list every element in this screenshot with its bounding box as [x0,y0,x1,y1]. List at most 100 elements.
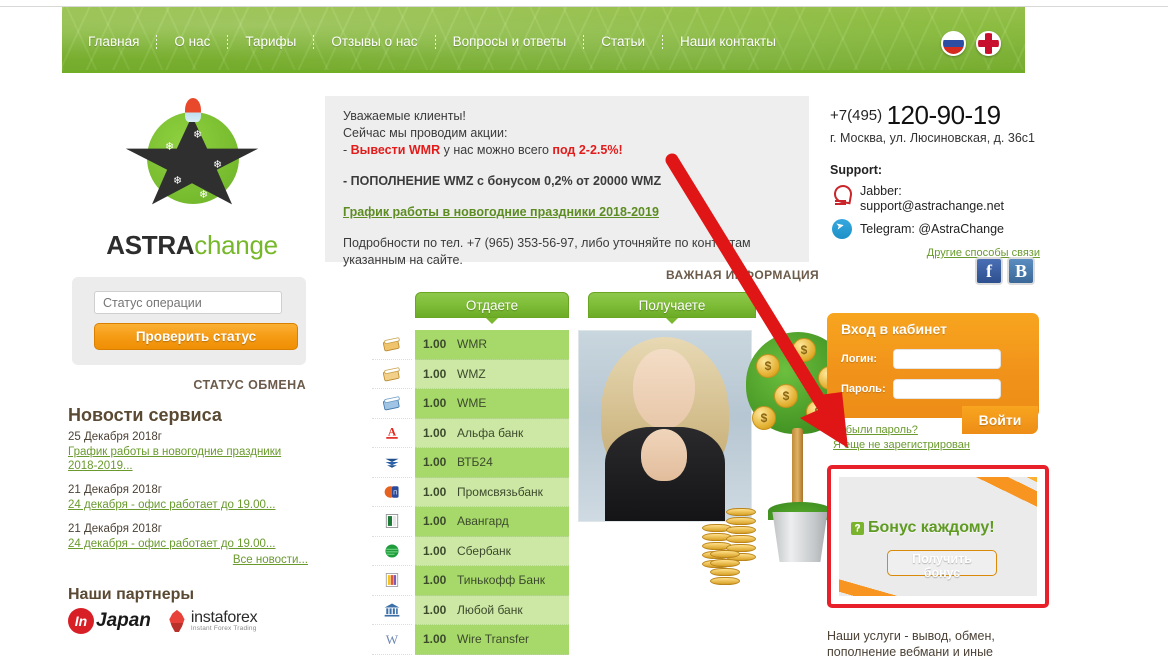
injapan-label: Japan [96,610,151,631]
nav-item-articles[interactable]: Статьи [599,34,647,49]
wme-card-icon [383,396,400,411]
check-status-button[interactable]: Проверить статус [94,323,298,350]
partner-instaforex-logo[interactable]: instaforex Instant Forex Trading [167,608,258,633]
give-currency-name: WMR [457,337,487,352]
login-helper-links: Забыли пароль? Я еще не зарегистрирован [833,423,970,453]
nav-separator [583,34,585,49]
nav-item-faq[interactable]: Вопросы и ответы [451,34,569,49]
phone-number: +7(495) 120-90-19 [830,100,1001,131]
announcement-box: Уважаемые клиенты! Сейчас мы проводим ак… [325,96,809,267]
alfabank-icon: A [386,426,398,439]
nav-separator [156,34,158,49]
give-currency-name: Авангард [457,514,509,529]
tree-coin-icon: $ [774,384,798,408]
russian-flag-icon[interactable] [941,31,966,56]
bonus-title-text: Бонус каждому! [868,519,995,536]
give-amount: 1.00 [423,543,447,558]
give-row[interactable]: 1.00 ВТБ24 [415,448,569,478]
give-currency-name: Любой банк [457,602,523,617]
give-row[interactable]: 1.00 Wire Transfer [415,625,569,655]
nav-separator [662,34,664,49]
give-row[interactable]: 1.00 Любой банк [415,595,569,625]
jabber-label: Jabber: [860,184,902,198]
phone-main: 120-90-19 [886,100,1002,130]
give-row[interactable]: 1.00 Сбербанк [415,536,569,566]
currency-icon-cell [372,566,412,596]
english-flag-icon[interactable] [976,31,1001,56]
important-information-label: ВАЖНАЯ ИНФОРМАЦИЯ [666,268,820,282]
login-field-label: Логин: [841,353,878,365]
news-date: 21 Декабря 2018г [68,484,162,496]
partner-injapan-logo[interactable]: In Japan [68,608,151,634]
currency-icon-cell: A [372,419,412,448]
give-amount: 1.00 [423,396,447,411]
forgot-password-link[interactable]: Забыли пароль? [833,423,970,438]
snowflake-icon: ❄ [193,129,203,141]
give-row[interactable]: 1.00 Альфа банк [415,418,569,448]
currency-icon-column: A П W [372,330,412,655]
currency-icon-cell [372,596,412,625]
snowflake-icon: ❄ [173,175,183,187]
exchange-status-caption: СТАТУС ОБМЕНА [193,378,306,392]
register-link[interactable]: Я еще не зарегистрирован [833,438,970,453]
all-news-link[interactable]: Все новости... [233,554,308,566]
jabber-contact[interactable]: Jabber: support@astrachange.net [832,184,1004,214]
give-currency-name: WMZ [457,366,486,381]
telegram-icon [832,219,852,239]
give-row[interactable]: 1.00 Тинькофф Банк [415,566,569,596]
news-item: 25 Декабря 2018г График работы в новогод… [68,430,308,473]
nav-separator [227,34,229,49]
login-input[interactable] [893,349,1001,369]
password-input[interactable] [893,379,1001,399]
news-link[interactable]: 24 декабря - офис работает до 19.00... [68,537,308,551]
instaforex-tagline: Instant Forex Trading [190,624,257,632]
sberbank-icon [385,544,399,558]
site-logo[interactable]: ❄ ❄ ❄ ❄ ❄ ASTRAchange [78,98,306,261]
tab-give[interactable]: Отдаете [415,292,569,318]
main-navigation: Главная О нас Тарифы Отзывы о нас Вопрос… [86,34,778,49]
get-bonus-button[interactable]: Получить бонус [887,550,997,580]
instaforex-label: instaforex [190,608,258,626]
news-list: 25 Декабря 2018г График работы в новогод… [68,430,308,561]
login-submit-button[interactable]: Войти [962,406,1038,434]
bonus-panel-inner: ? Бонус каждому! Получить бонус [839,477,1037,596]
give-row[interactable]: 1.00 WME [415,389,569,419]
promo-photo [578,330,752,522]
snowflake-icon: ❄ [213,159,223,171]
language-switcher [941,31,1001,56]
nav-item-home[interactable]: Главная [86,34,141,49]
services-line-2: пополнение вебмани и иные [827,645,994,659]
facebook-icon[interactable]: f [975,257,1003,285]
telegram-contact[interactable]: Telegram: @AstraChange [832,219,1004,239]
avangard-icon [385,514,399,529]
phone-prefix: +7(495) [830,107,883,124]
partners-section-title: Наши партнеры [68,586,195,603]
give-amount: 1.00 [423,632,447,647]
nav-separator [434,34,436,49]
nav-item-reviews[interactable]: Отзывы о нас [329,34,419,49]
tab-get[interactable]: Получаете [588,292,756,318]
password-field-label: Пароль: [841,383,886,395]
vkontakte-icon[interactable]: B [1007,257,1035,285]
announce-excl: ! [618,143,623,157]
nav-item-about[interactable]: О нас [172,34,212,49]
give-row[interactable]: 1.00 Авангард [415,507,569,537]
page-root: Главная О нас Тарифы Отзывы о нас Вопрос… [0,0,1168,660]
snowflake-icon: ❄ [165,141,175,153]
give-row[interactable]: 1.00 WMR [415,330,569,360]
nav-item-tariffs[interactable]: Тарифы [243,34,298,49]
announce-line-3: - Вывести WMR у нас можно всего под 2-2.… [343,142,791,159]
give-row[interactable]: 1.00 Промсвязьбанк [415,477,569,507]
announce-mid-text: у нас можно всего [440,143,553,157]
tree-coin-icon: $ [792,338,816,362]
news-link[interactable]: График работы в новогодние праздники 201… [68,445,308,473]
currency-icon-cell [372,537,412,566]
services-line-1: Наши услуги - вывод, обмен, [827,629,995,643]
give-row[interactable]: 1.00 WMZ [415,359,569,389]
operation-status-input[interactable] [94,291,282,314]
nav-item-contacts[interactable]: Наши контакты [678,34,778,49]
news-link[interactable]: 24 декабря - офис работает до 19.00... [68,498,308,512]
give-currency-name: Сбербанк [457,543,511,558]
currency-icon-cell [372,507,412,537]
holiday-schedule-link[interactable]: График работы в новогодние праздники 201… [343,204,659,221]
